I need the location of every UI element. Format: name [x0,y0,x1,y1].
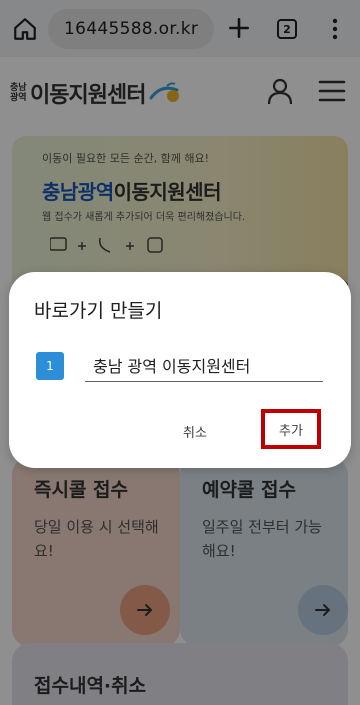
shortcut-name-input[interactable] [85,348,323,382]
favicon-label: 1 [46,359,54,373]
create-shortcut-dialog: 바로가기 만들기 1 취소 추가 [9,272,351,468]
dialog-title: 바로가기 만들기 [34,300,163,322]
site-favicon-icon: 1 [36,352,64,380]
add-button[interactable]: 추가 [261,409,321,449]
cancel-button[interactable]: 취소 [171,420,219,442]
